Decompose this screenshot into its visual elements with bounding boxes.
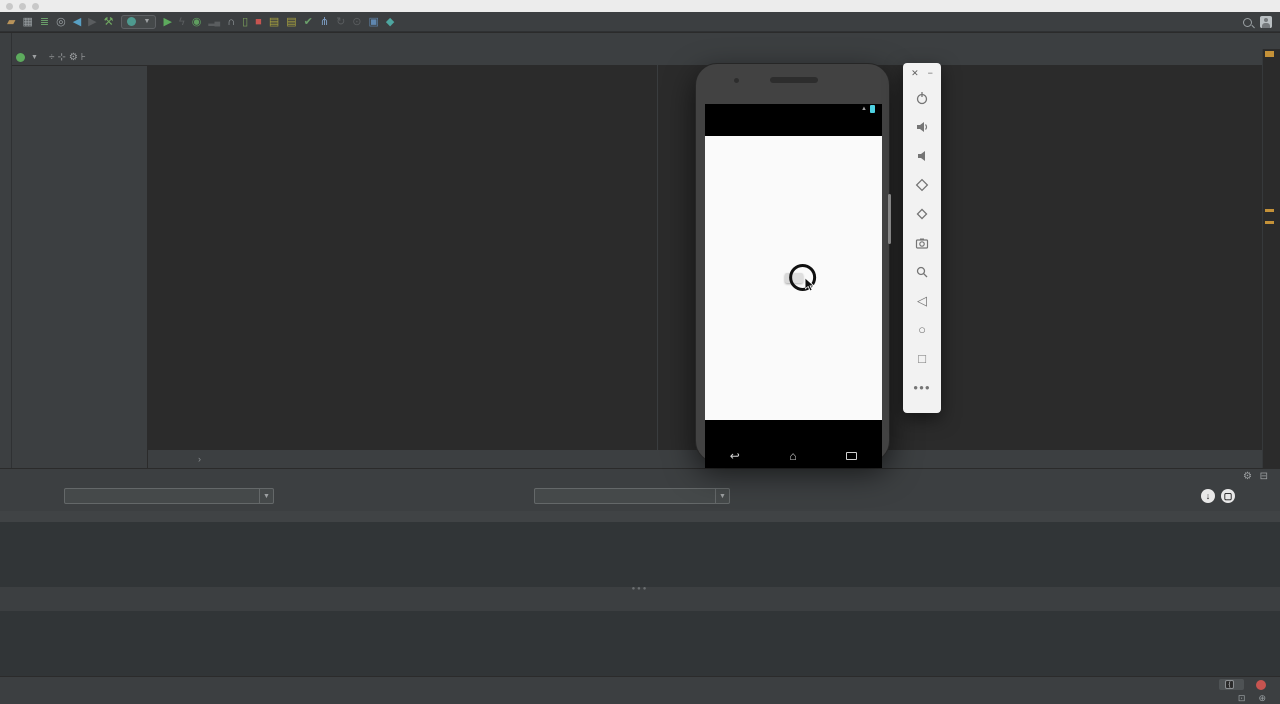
gear-icon[interactable]: ⚙ [1243,471,1252,482]
splitter-handle[interactable]: ●●● [0,586,1280,593]
debug-icon[interactable]: ◉ [192,12,202,32]
rotate-right-icon[interactable] [903,199,941,228]
attach-debugger-icon[interactable]: ▯ [242,12,248,32]
profile-avatar[interactable] [1260,16,1272,28]
search-everywhere-icon[interactable] [1243,17,1252,27]
phone-screen[interactable]: ▲ ↩ ⌂ [705,104,882,468]
chevron-down-icon: ▼ [31,53,38,61]
run-config-icon [126,17,136,26]
breadcrumb [0,33,1280,49]
run-button[interactable]: ▶ [163,12,171,32]
emulator-close-icon[interactable]: ✕ [911,68,919,79]
zoom-icon[interactable] [903,257,941,286]
right-margin-guide [657,65,658,450]
event-log-badge [1256,679,1266,690]
scroll-to-source-icon[interactable]: ⊹ [57,52,65,63]
build-hammer-icon[interactable]: ⚒ [104,12,114,32]
undo-icon[interactable]: ↻ [336,12,345,32]
android-nav-bar: ↩ ⌂ [705,444,882,468]
sdk-manager-icon[interactable]: ◆ [386,12,394,32]
process-select[interactable]: ▼ [534,488,730,504]
nav-back-icon[interactable]: ↩ [730,444,740,468]
gear-icon[interactable]: ⚙ [69,52,78,63]
screenshot-camera-icon[interactable] [903,228,941,257]
error-stripe-mark [1265,221,1274,224]
nav-home-icon[interactable]: ⌂ [789,444,796,468]
gradle-sync-icon[interactable]: ✔ [304,12,313,32]
profile-icon[interactable]: ▂▄ [208,12,220,32]
okhttp-profiler-panel: ⚙ ⊟ ▼ ▼ ↓ ▢ ●●● [0,468,1280,677]
rotate-left-icon[interactable] [903,170,941,199]
sync-icon[interactable]: ≣ [40,12,49,32]
layout-inspector-icon[interactable]: ⊙ [352,12,361,32]
forward-icon[interactable]: ▶ [88,12,96,32]
error-stripe-mark [1265,209,1274,212]
close-window-icon[interactable] [6,2,13,10]
collapse-all-icon[interactable]: ÷ [49,52,55,63]
app-action-bar [705,114,882,136]
phone-speaker [770,77,818,83]
battery-icon [870,105,875,113]
android-icon [16,52,25,62]
toolwindow-event-log[interactable] [1256,679,1270,690]
avd-manager-icon[interactable]: ▤ [286,12,296,32]
hide-panel-icon[interactable]: ⊟ [1260,471,1268,482]
app-content [705,136,882,420]
status-bar: ⊡ ⊕ [0,692,1280,704]
stop-button[interactable]: ■ [255,12,262,32]
volume-down-icon[interactable] [903,141,941,170]
macos-titlebar [0,0,1280,12]
phone-power-button [888,194,891,244]
overview-icon[interactable]: □ [903,344,941,373]
editor-error-stripe[interactable] [1262,49,1280,468]
open-file-icon[interactable]: ▰ [7,12,15,32]
chevron-down-icon: ▼ [715,489,729,503]
editor-tabs [148,49,1262,65]
project-structure-icon[interactable]: ⋔ [320,12,329,32]
chevron-down-icon: ▼ [259,489,273,503]
android-status-bar: ▲ [705,104,882,114]
error-stripe-mark [1265,51,1274,57]
chevron-down-icon: ▼ [143,18,151,25]
emulator-toolbar: ✕ − ◁ ○ □ ●●● [903,63,941,413]
apply-changes-icon[interactable]: ϟ [179,12,185,32]
export-button[interactable]: ↓ [1201,489,1215,503]
table-header [0,511,1280,522]
minimize-window-icon[interactable] [19,2,26,10]
device-explorer-icon[interactable]: ▤ [269,12,279,32]
emulator-minimize-icon[interactable]: − [928,68,933,78]
clear-button[interactable]: ▢ [1221,489,1235,503]
more-icon[interactable]: ●●● [903,373,941,402]
toolwindow-bar: { [0,676,1280,692]
breadcrumb-separator-icon: › [198,454,201,464]
back-icon[interactable]: ◀ [73,12,81,32]
back-icon[interactable]: ◁ [903,286,941,315]
run-configuration-select[interactable]: ▼ [120,14,157,29]
power-icon[interactable] [903,83,941,112]
project-tree[interactable] [12,66,148,468]
profiler-gauge-icon[interactable]: ∩ [227,12,235,32]
signal-icon: ▲ [861,106,867,112]
resource-manager-icon[interactable]: ▣ [369,12,379,32]
toolwindow-okhttp-profiler[interactable]: { [1219,679,1244,690]
save-all-icon[interactable]: ▦ [22,12,32,32]
home-icon[interactable]: ○ [903,315,941,344]
nav-recents-icon[interactable] [846,452,858,460]
click-indicator [788,263,816,292]
zoom-window-icon[interactable] [32,2,39,10]
project-view-header[interactable]: ▼ ÷ ⊹ ⚙ ⊦ [12,49,148,65]
okhttp-plugin-icon: { [1225,680,1234,689]
device-select[interactable]: ▼ [64,488,274,504]
volume-up-icon[interactable] [903,112,941,141]
lock-icon[interactable]: ⊡ [1238,693,1246,704]
phone-camera [734,78,739,83]
settings-icon[interactable]: ◎ [56,12,66,32]
hide-panel-icon[interactable]: ⊦ [81,52,86,63]
requests-table [0,511,1280,587]
emulator-window[interactable]: ▲ ↩ ⌂ [695,63,891,468]
indicator-icon[interactable]: ⊕ [1258,693,1266,704]
json-response-tree[interactable] [0,611,1280,677]
main-toolbar: ▰ ▦ ≣ ◎ ◀ ▶ ⚒ ▼ ▶ ϟ ◉ ▂▄ ∩ ▯ ■ ▤ ▤ ✔ ⋔ ↻… [0,12,1280,32]
mouse-cursor-icon [804,277,815,292]
